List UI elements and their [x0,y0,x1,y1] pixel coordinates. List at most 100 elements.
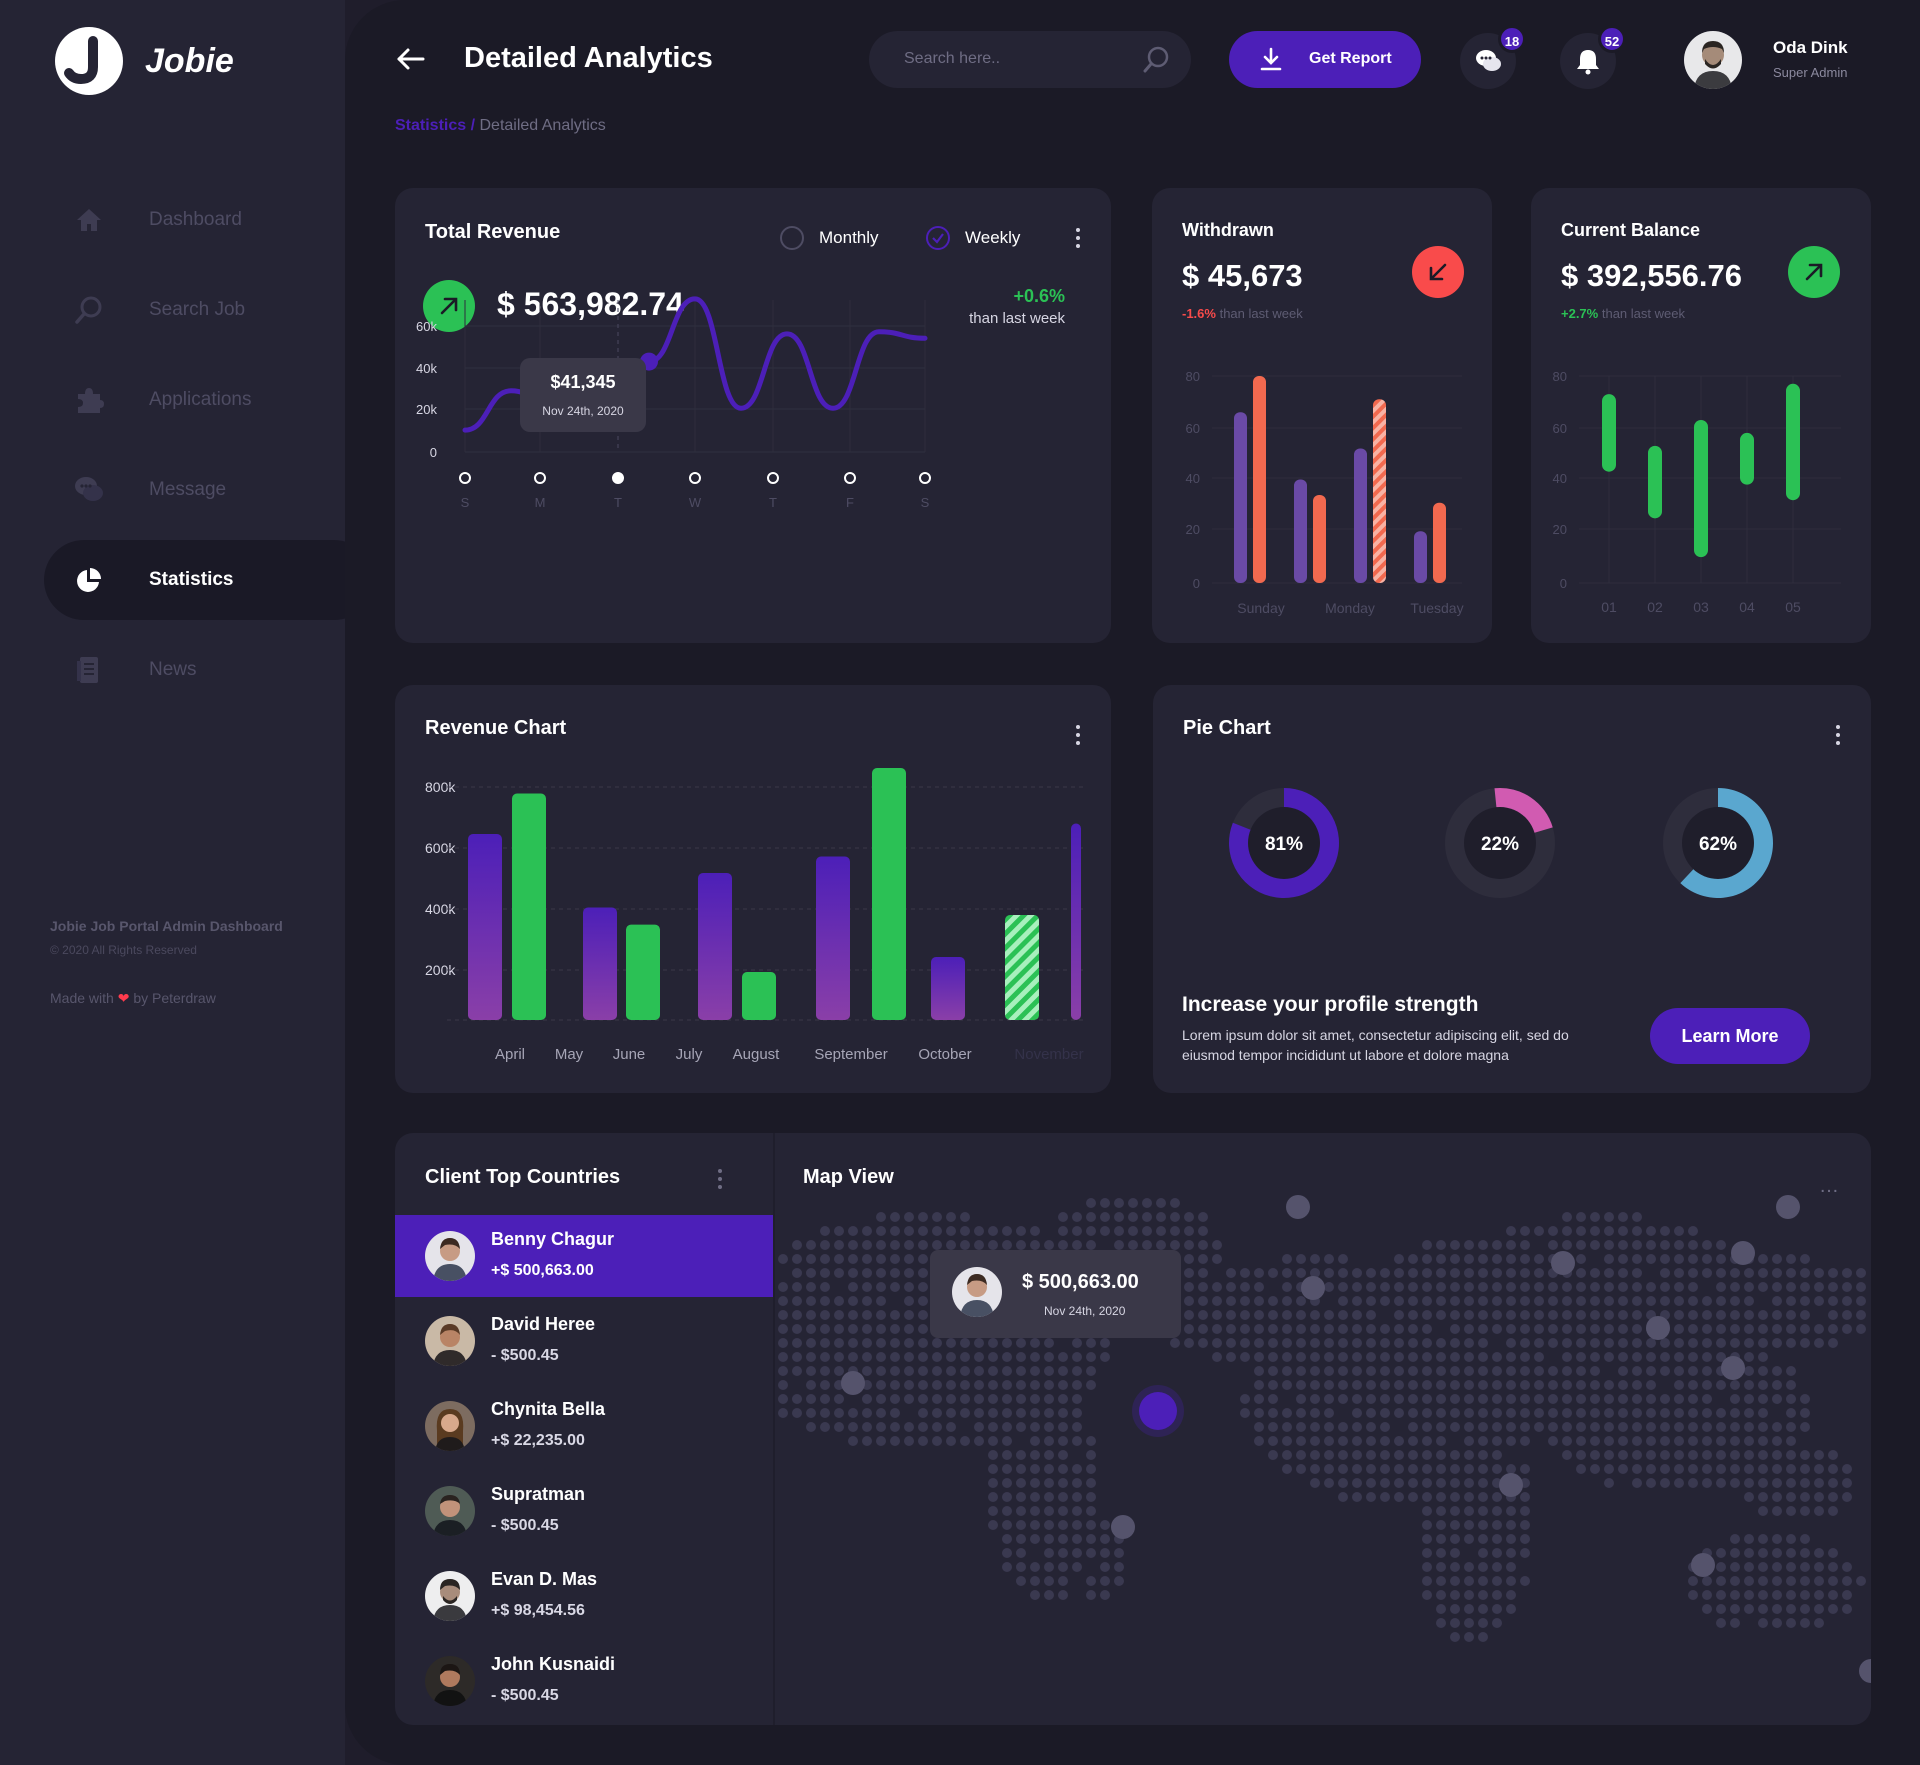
map-dot [1674,1268,1684,1278]
sidebar-item-news[interactable]: News [0,630,345,710]
country-row[interactable]: Chynita Bella +$ 22,235.00 [395,1385,773,1467]
map-dot [1198,1226,1208,1236]
sidebar-item-dashboard[interactable]: Dashboard [0,180,345,260]
learn-more-button[interactable]: Learn More [1650,1008,1810,1064]
map-dot [1380,1366,1390,1376]
map-dot [890,1310,900,1320]
map-dot [1492,1450,1502,1460]
breadcrumb-parent[interactable]: Statistics / [395,117,475,134]
search-input[interactable]: Search here.. [869,31,1191,88]
map-dot [988,1394,998,1404]
brand-logo[interactable]: Jobie [55,27,234,95]
map-dot [1072,1212,1082,1222]
map-dot [1030,1464,1040,1474]
country-row[interactable]: Evan D. Mas +$ 98,454.56 [395,1555,773,1637]
map-dot [1464,1324,1474,1334]
map-dot [1520,1492,1530,1502]
map-dot [1786,1604,1796,1614]
map-dot [1842,1296,1852,1306]
map-dot [1604,1254,1614,1264]
revenue-bar-chart: 800k 600k 400k 200k April May June July August Se… [425,768,1085,1063]
map-dot [1730,1534,1740,1544]
donut-label: 22% [1481,834,1519,855]
countries-map-card: Client Top Countries Benny Chagur +$ 500… [395,1133,1871,1725]
map-dot [1366,1324,1376,1334]
map-dot [1772,1296,1782,1306]
country-row[interactable]: David Heree - $500.45 [395,1300,773,1382]
x-tick-label: Monday [1325,600,1375,616]
map-dot [1506,1380,1516,1390]
map-dot [1394,1492,1404,1502]
country-row[interactable]: Benny Chagur +$ 500,663.00 [395,1215,773,1297]
x-tick-label: 03 [1693,599,1709,615]
map-dot [1758,1408,1768,1418]
map-dot [1240,1296,1250,1306]
map-dot [1268,1268,1278,1278]
map-dot [1254,1394,1264,1404]
map-dot [1758,1478,1768,1488]
map-dot [1492,1506,1502,1516]
map-dot [1646,1478,1656,1488]
map-dot [1310,1464,1320,1474]
map-dot [1436,1310,1446,1320]
promo-text: Lorem ipsum dolor sit amet, consectetur … [1182,1027,1569,1063]
map-dot [1758,1436,1768,1446]
map-dot [904,1268,914,1278]
map-dot [1016,1464,1026,1474]
map-dot [1828,1562,1838,1572]
map-dot [876,1226,886,1236]
map-dot [876,1212,886,1222]
map-dot [1478,1296,1488,1306]
map-dot [1646,1352,1656,1362]
map-dot [1352,1352,1362,1362]
map-dot [1422,1478,1432,1488]
map-dot [1408,1268,1418,1278]
pie-donuts: 81% 22% 62% [1229,788,1773,898]
map-dot [946,1366,956,1376]
map-dot [848,1436,858,1446]
map-dot [1016,1576,1026,1586]
map-dot [1646,1380,1656,1390]
sidebar-item-search-job[interactable]: Search Job [0,270,345,350]
map-dot [1198,1282,1208,1292]
search-icon[interactable] [1141,45,1171,75]
revenue-bar-series1 [583,907,617,1020]
map-dot [1380,1338,1390,1348]
map-dot [1506,1226,1516,1236]
x-tick-label: M [535,495,546,510]
map-dot [1030,1478,1040,1488]
map-dot [1422,1548,1432,1558]
country-row[interactable]: Supratman - $500.45 [395,1470,773,1552]
country-row[interactable]: John Kusnaidi - $500.45 [395,1640,773,1722]
map-dot [1660,1394,1670,1404]
map-dot [1394,1310,1404,1320]
map-dot [1618,1226,1628,1236]
map-dot [932,1240,942,1250]
more-menu-icon[interactable] [717,1169,723,1191]
map-dot [1450,1590,1460,1600]
sidebar-item-statistics[interactable]: Statistics [0,540,374,620]
sidebar-item-applications[interactable]: Applications [0,360,345,440]
back-arrow-icon[interactable] [395,44,427,74]
sidebar-item-message[interactable]: Message [0,450,345,530]
map-dot [1604,1212,1614,1222]
client-value: +$ 98,454.56 [491,1602,585,1619]
map-dot [1002,1492,1012,1502]
map-dot [1716,1310,1726,1320]
map-dot [1520,1338,1530,1348]
map-dot [1772,1380,1782,1390]
map-dot [848,1226,858,1236]
user-avatar[interactable] [1684,31,1742,89]
map-dot [1016,1226,1026,1236]
map-dot [1562,1282,1572,1292]
notifications-button[interactable]: 52 [1560,25,1626,89]
map-dot [1324,1324,1334,1334]
map-dot [1506,1464,1516,1474]
messages-button[interactable]: 18 [1460,25,1526,89]
get-report-button[interactable]: Get Report [1229,31,1421,88]
map-dot [1828,1464,1838,1474]
map-dot [1436,1618,1446,1628]
map-dot [1716,1408,1726,1418]
sidebar-item-label: Search Job [149,299,246,320]
map-dot [1800,1492,1810,1502]
